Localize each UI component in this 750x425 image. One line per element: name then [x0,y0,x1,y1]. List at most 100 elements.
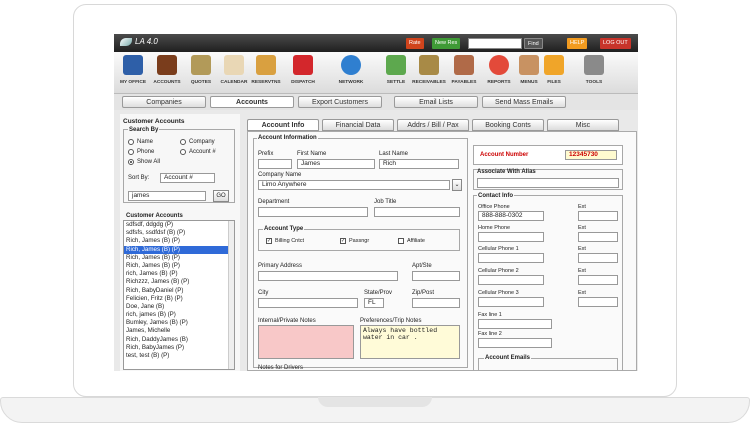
list-item[interactable]: Rich, BabyDaniel (P) [124,287,234,295]
new-res-button[interactable]: New Res [432,38,461,49]
last-name-field[interactable]: Rich [379,159,459,169]
billing-contact-checkbox[interactable]: ✓ [266,238,272,244]
fax-1-field[interactable] [478,319,552,329]
rate-button[interactable]: Rate [406,38,424,49]
toolbar-files-button[interactable]: FILES [537,55,571,85]
passenger-checkbox[interactable]: ✓ [340,238,346,244]
home-phone-field[interactable] [478,232,544,242]
list-item[interactable]: rich, james (B) (P) [124,311,234,319]
list-item[interactable]: sdfsfs, ssdfdsf (B) (P) [124,229,234,237]
toolbar-reservtns-button[interactable]: RESERVTNS [249,55,283,85]
list-item[interactable]: James, Michelle [124,327,234,335]
apt-ste-field[interactable] [412,271,460,281]
tab-send-mass-emails[interactable]: Send Mass Emails [482,96,566,108]
company-dropdown-button[interactable]: ⌄ [452,179,462,191]
department-field[interactable] [258,207,368,217]
office-ext-field[interactable] [578,211,618,221]
book-icon [157,55,177,75]
zip-post-field[interactable] [412,298,460,308]
list-item[interactable]: sdfsdf, ddgdg (P) [124,221,234,229]
cell3-ext-label: Ext [578,290,586,296]
cell3-ext-field[interactable] [578,297,618,307]
toolbar-network-button[interactable]: NETWORK [334,55,368,85]
toolbar-payables-button[interactable]: PAYABLES [447,55,481,85]
fax-1-label: Fax line 1 [478,312,502,318]
fax-2-field[interactable] [478,338,552,348]
list-item[interactable]: Rich, DaddyJames (B) [124,336,234,344]
toolbar-label: NETWORK [338,80,364,85]
toolbar-dispatch-button[interactable]: DISPATCH [286,55,320,85]
cell-phone-1-field[interactable] [478,253,544,263]
go-button[interactable]: GO [213,190,229,202]
home-ext-field[interactable] [578,232,618,242]
tab-companies[interactable]: Companies [122,96,206,108]
help-button[interactable]: HELP [567,38,588,49]
panel-title: Customer Accounts [123,118,185,125]
list-item[interactable]: Bumley, James (B) (P) [124,319,234,327]
radio-name[interactable] [128,139,134,145]
subtab-booking-conts[interactable]: Booking Conts [472,119,544,131]
account-search-input[interactable]: james [128,191,206,201]
cell2-ext-field[interactable] [578,275,618,285]
toolbar-quotes-button[interactable]: QUOTES [184,55,218,85]
cash-icon [386,55,406,75]
tab-export-customers[interactable]: Export Customers [298,96,382,108]
company-name-field[interactable]: Limo Anywhere [258,180,450,190]
job-title-field[interactable] [374,207,460,217]
affiliate-checkbox[interactable] [398,238,404,244]
toolbar-accounts-button[interactable]: ACCOUNTS [150,55,184,85]
list-item[interactable]: Doe, Jane (B) [124,303,234,311]
radio-account-number[interactable] [180,149,186,155]
state-field[interactable]: FL [364,298,384,308]
list-item[interactable]: Richzzz, James (B) (P) [124,278,234,286]
toolbar-tools-button[interactable]: TOOLS [577,55,611,85]
associate-alias-field[interactable] [477,178,619,188]
subtab-account-info[interactable]: Account Info [247,119,319,131]
cell-phone-3-field[interactable] [478,297,544,307]
prefix-field[interactable] [258,159,292,169]
find-button[interactable]: Find [524,38,543,49]
customer-accounts-list[interactable]: sdfsdf, ddgdg (P) sdfsfs, ssdfdsf (B) (P)… [123,220,235,370]
tab-accounts[interactable]: Accounts [210,96,294,108]
toolbar-calendar-button[interactable]: CALENDAR [217,55,251,85]
list-item[interactable]: Rich, James (B) (P) [124,245,234,254]
internal-notes-label: Internal/Private Notes [258,318,316,324]
list-item[interactable]: Rich, James (B) (P) [124,237,234,245]
list-item[interactable]: Rich, BabyJames (P) [124,344,234,352]
list-item[interactable]: Felicien, Fritz (B) (P) [124,295,234,303]
office-phone-field[interactable]: 888-888-0302 [478,211,544,221]
account-information-label: Account Information [257,135,318,141]
cell2-ext-label: Ext [578,268,586,274]
list-item[interactable]: Rich, James (B) (P) [124,262,234,270]
app-screen: LA 4.0 Rate New Res Find HELP LOG OUT MY… [114,34,638,371]
radio-company[interactable] [180,139,186,145]
toolbar-settle-button[interactable]: SETTLE [379,55,413,85]
subtab-misc[interactable]: Misc [547,119,619,131]
tab-email-lists[interactable]: Email Lists [394,96,478,108]
account-number-field[interactable]: 12345730 [565,150,617,160]
first-name-label: First Name [297,151,327,157]
sort-by-select[interactable]: Account # [160,173,215,183]
cell-phone-2-field[interactable] [478,275,544,285]
internal-notes-field[interactable] [258,325,354,359]
first-name-field[interactable]: James [297,159,375,169]
subtab-financial-data[interactable]: Financial Data [322,119,394,131]
subtab-addrs-bill-pax[interactable]: Addrs / Bill / Pax [397,119,469,131]
trip-notes-field[interactable]: Always have bottled water in car . [360,325,460,359]
fax-2-label: Fax line 2 [478,331,502,337]
list-item[interactable]: test, test (B) (P) [124,352,234,360]
logout-button[interactable]: LOG OUT [600,38,631,49]
toolbar-my-office-button[interactable]: MY OFFICE [116,55,150,85]
toolbar-receivables-button[interactable]: RECEIVABLES [412,55,446,85]
radio-show-all[interactable] [128,159,134,165]
list-scrollbar[interactable] [228,221,234,369]
radio-phone[interactable] [128,149,134,155]
hand-icon [519,55,539,75]
city-field[interactable] [258,298,358,308]
list-item[interactable]: rich, James (B) (P) [124,270,234,278]
quick-search-input[interactable] [468,38,522,49]
cell1-ext-field[interactable] [578,253,618,263]
toolbar-reports-button[interactable]: REPORTS [482,55,516,85]
primary-address-field[interactable] [258,271,398,281]
list-item[interactable]: Rich, James (B) (P) [124,254,234,262]
